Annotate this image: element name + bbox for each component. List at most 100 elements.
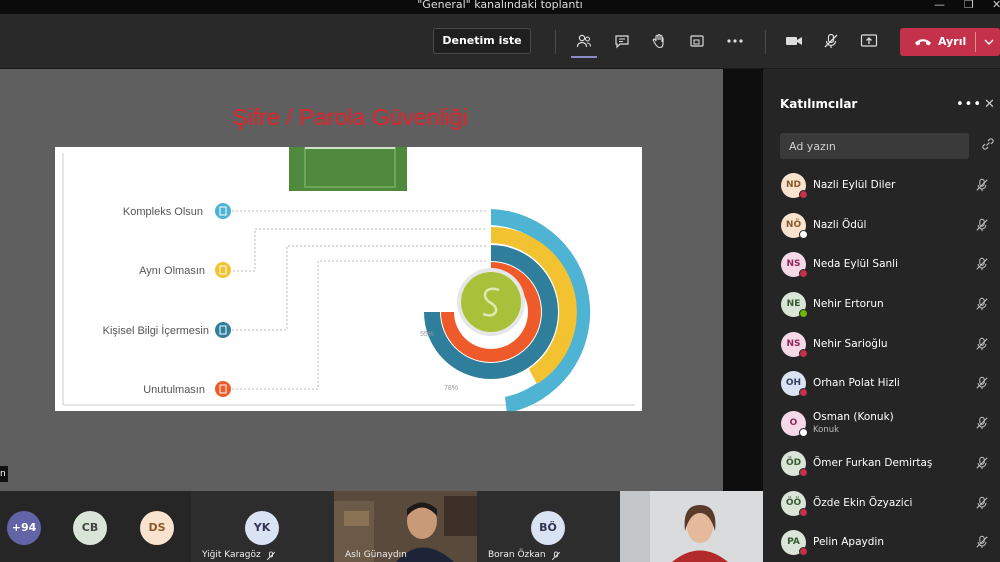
avatar-initials: ND (785, 180, 801, 190)
avatar-initials: NÖ (785, 219, 802, 230)
participant-row[interactable]: NS Nehir Sarioğlu (763, 325, 1000, 365)
share-link-icon[interactable] (981, 137, 995, 151)
slide-infographic: Kompleks Olsun Aynı Olmasın Kişisel Bilg… (62, 143, 635, 413)
participant-name: Osman (Konuk) (813, 411, 894, 424)
presence-dot (799, 467, 808, 477)
item-label: Aynı Olmasın (139, 265, 205, 277)
video-tile[interactable] (620, 491, 763, 562)
participant-name: Pelin Apaydin (813, 536, 884, 549)
participant-list: ND Nazli Eylül Diler NÖ Nazli Ödül NS Ne… (763, 166, 1000, 562)
presence-dot (799, 507, 808, 517)
close-icon[interactable]: ✕ (984, 97, 995, 112)
tile-name: Yiğit Karagöz (202, 550, 261, 560)
participant-row[interactable]: NE Nehir Ertorun (763, 285, 1000, 325)
participant-name: Özde Ekin Özyazici (813, 496, 913, 509)
participant-search-input[interactable] (780, 133, 969, 159)
mic-muted-icon[interactable] (975, 496, 989, 510)
leave-label: Ayrıl (938, 35, 967, 48)
avatar: YK (245, 511, 279, 545)
avatar-initials: ÖÖ (785, 497, 802, 508)
raise-hand-icon[interactable] (646, 28, 672, 54)
avatar: NÖ (781, 212, 808, 239)
participant-tile[interactable]: YK Yiğit Karagöz (191, 491, 334, 562)
overflow-count[interactable]: +94 (7, 511, 41, 545)
request-control-button[interactable]: Denetim iste (433, 28, 531, 54)
mic-muted-icon[interactable] (975, 178, 989, 192)
avatar: CB (73, 511, 107, 545)
close-window-icon[interactable]: ✕ (992, 0, 1000, 10)
presence-dot (799, 229, 808, 239)
chevron-down-icon[interactable] (984, 38, 994, 46)
active-tab-indicator (571, 56, 597, 58)
avatar-initials: NS (786, 259, 801, 270)
stage-corner-label: n (0, 466, 8, 482)
video-tile[interactable]: Aslı Günaydın (334, 491, 477, 562)
participant-row[interactable]: ÖD Ömer Furkan Demirtaş (763, 444, 1000, 484)
item-icon-personal (215, 322, 231, 338)
participant-name: Nehir Sarioğlu (813, 337, 888, 350)
participants-icon[interactable] (571, 28, 597, 54)
mic-muted-icon[interactable] (975, 535, 989, 549)
participant-row[interactable]: ÖÖ Özde Ekin Özyazici (763, 484, 1000, 524)
share-screen-icon[interactable] (856, 28, 882, 54)
avatar: NS (781, 252, 808, 279)
participant-role: Konuk (813, 425, 840, 436)
camera-icon[interactable] (781, 28, 807, 54)
item-label: Kişisel Bilgi İçermesin (103, 324, 209, 337)
mic-muted-icon[interactable] (975, 218, 989, 232)
item-icon-same (215, 262, 231, 278)
presence-dot (799, 428, 808, 438)
avatar: ND (781, 173, 808, 199)
avatar-initials: NS (786, 338, 801, 349)
participant-name: Nazli Eylül Diler (813, 179, 896, 191)
participant-name: Neda Eylül Sanli (813, 258, 899, 271)
item-label: Unutulmasın (143, 384, 205, 396)
mic-muted-icon (266, 551, 276, 561)
participant-tile[interactable]: BÖ Boran Özkan (477, 491, 620, 562)
participant-video (620, 491, 763, 562)
more-actions-icon[interactable] (722, 28, 748, 54)
participant-row[interactable]: O Osman (Konuk) Konuk (763, 404, 1000, 444)
participant-row[interactable]: PA Pelin Apaydin (763, 523, 1000, 562)
mic-muted-icon[interactable] (975, 376, 989, 390)
avatar-initials: NE (786, 299, 801, 310)
avatar-initials: O (789, 418, 798, 429)
avatar: PA (781, 530, 808, 557)
participant-row[interactable]: NÖ Nazli Ödül (763, 206, 1000, 246)
participant-row[interactable]: OH Orhan Polat Hizli (763, 364, 1000, 404)
avatar: ÖD (781, 450, 808, 477)
leave-button[interactable]: Ayrıl (900, 28, 1000, 56)
minimize-icon[interactable]: — (934, 0, 945, 10)
mic-muted-icon[interactable] (975, 297, 989, 311)
panel-more-icon[interactable]: ••• (956, 97, 982, 112)
mic-muted-icon[interactable] (975, 416, 989, 430)
mic-muted-icon[interactable] (975, 337, 989, 351)
presence-dot (799, 269, 808, 279)
panel-title: Katılımcılar (780, 97, 858, 111)
phone-hangup-icon (915, 39, 931, 46)
mic-muted-icon[interactable] (975, 257, 989, 271)
maximize-icon[interactable]: ❐ (964, 0, 974, 10)
avatar: NS (781, 331, 808, 358)
toolbar-divider (765, 30, 766, 54)
avatar: OH (781, 371, 808, 398)
participant-row[interactable]: ND Nazli Eylül Diler (763, 166, 1000, 206)
item-icon-forget (215, 381, 231, 397)
avatar-group-tile[interactable]: +94 CB DS (0, 491, 191, 562)
window-title: "General" kanalındaki toplantı (417, 0, 583, 11)
participant-name: Ömer Furkan Demirtaş (813, 456, 933, 469)
item-icon-complex (215, 203, 231, 219)
percent-label: 55% (420, 331, 434, 338)
avatar: O (781, 411, 808, 438)
tile-name: Aslı Günaydın (345, 550, 407, 560)
mic-muted-icon[interactable] (818, 28, 844, 54)
presence-dot (799, 547, 808, 557)
participant-row[interactable]: NS Neda Eylül Sanli (763, 245, 1000, 285)
video-strip: +94 CB DS YK Yiğit Karagöz Aslı Günaydın… (0, 491, 763, 562)
chat-icon[interactable] (609, 28, 635, 54)
avatar: DS (140, 511, 174, 545)
share-tray-icon[interactable] (684, 28, 710, 54)
stage-margin (723, 69, 763, 491)
mic-muted-icon[interactable] (975, 456, 989, 470)
slide-image-block (289, 147, 407, 191)
